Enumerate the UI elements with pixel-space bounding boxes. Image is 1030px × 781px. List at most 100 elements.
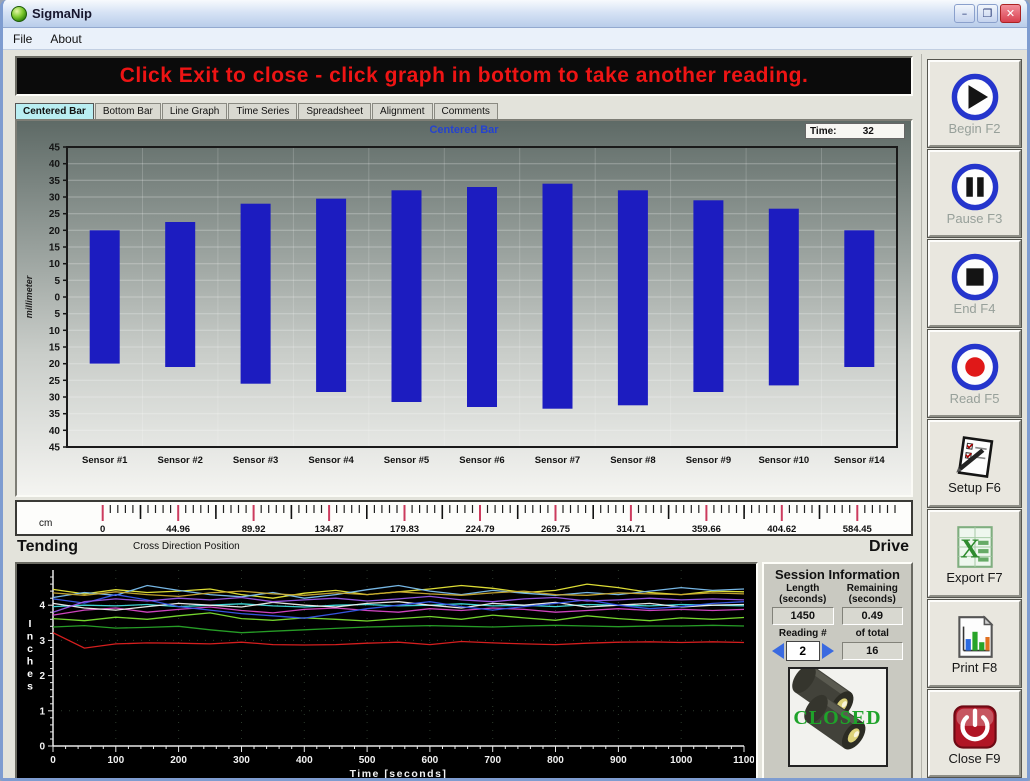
svg-text:h: h bbox=[27, 656, 33, 668]
svg-text:0: 0 bbox=[39, 742, 45, 753]
svg-text:134.87: 134.87 bbox=[315, 524, 344, 534]
close-window-button[interactable]: ✕ bbox=[1000, 4, 1021, 23]
svg-text:3: 3 bbox=[39, 636, 45, 647]
reading-stepper: 2 bbox=[768, 641, 838, 661]
svg-text:200: 200 bbox=[170, 755, 187, 766]
svg-text:900: 900 bbox=[610, 755, 627, 766]
tab-centered-bar[interactable]: Centered Bar bbox=[15, 103, 94, 119]
close-app-button[interactable]: Close F9 bbox=[928, 690, 1021, 777]
svg-text:700: 700 bbox=[484, 755, 501, 766]
pause-button[interactable]: Pause F3 bbox=[928, 150, 1021, 237]
svg-text:25: 25 bbox=[49, 209, 61, 220]
svg-text:45: 45 bbox=[49, 143, 61, 154]
svg-text:Sensor #6: Sensor #6 bbox=[459, 455, 504, 466]
svg-text:Sensor #9: Sensor #9 bbox=[686, 455, 731, 466]
tab-alignment[interactable]: Alignment bbox=[372, 103, 432, 119]
svg-text:n: n bbox=[27, 631, 33, 643]
svg-text:Sensor #7: Sensor #7 bbox=[535, 455, 580, 466]
svg-text:15: 15 bbox=[49, 243, 61, 254]
svg-text:44.96: 44.96 bbox=[166, 524, 190, 534]
svg-text:20: 20 bbox=[49, 226, 61, 237]
svg-text:X: X bbox=[960, 533, 980, 563]
tab-spreadsheet[interactable]: Spreadsheet bbox=[298, 103, 371, 119]
svg-text:Sensor #3: Sensor #3 bbox=[233, 455, 278, 466]
excel-export-icon: X bbox=[950, 522, 1000, 572]
svg-text:800: 800 bbox=[547, 755, 564, 766]
tab-time-series[interactable]: Time Series bbox=[228, 103, 297, 119]
app-window: SigmaNip – ❐ ✕ File About Click Exit to … bbox=[0, 0, 1030, 781]
menu-file[interactable]: File bbox=[13, 32, 32, 46]
svg-text:400: 400 bbox=[296, 755, 313, 766]
export-button[interactable]: X Export F7 bbox=[928, 510, 1021, 597]
svg-text:4: 4 bbox=[39, 601, 45, 612]
tab-comments[interactable]: Comments bbox=[434, 103, 498, 119]
stop-icon bbox=[949, 251, 1001, 303]
time-value: 32 bbox=[837, 126, 901, 137]
svg-text:0: 0 bbox=[100, 524, 105, 534]
svg-text:I: I bbox=[29, 618, 32, 630]
svg-text:cm: cm bbox=[39, 518, 52, 529]
print-chart-icon bbox=[950, 612, 1000, 662]
svg-text:Sensor #1: Sensor #1 bbox=[82, 455, 128, 466]
svg-text:30: 30 bbox=[49, 393, 61, 404]
reading-label: Reading # bbox=[768, 628, 838, 640]
svg-text:1000: 1000 bbox=[670, 755, 693, 766]
tab-bar: Centered Bar Bottom Bar Line Graph Time … bbox=[15, 101, 913, 119]
restore-button[interactable]: ❐ bbox=[977, 4, 998, 23]
nip-status-label: CLOSED bbox=[790, 707, 886, 730]
reading-next-arrow[interactable] bbox=[822, 643, 834, 659]
window-title: SigmaNip bbox=[32, 6, 954, 21]
setup-notepad-icon bbox=[950, 432, 1000, 482]
play-icon bbox=[949, 71, 1001, 123]
minimize-button[interactable]: – bbox=[954, 4, 975, 23]
svg-text:10: 10 bbox=[49, 326, 61, 337]
reading-number-input[interactable]: 2 bbox=[786, 641, 820, 661]
drive-label: Drive bbox=[869, 538, 909, 556]
action-sidebar: Begin F2 Pause F3 End F4 bbox=[921, 54, 1023, 781]
svg-text:584.45: 584.45 bbox=[843, 524, 873, 534]
length-value: 1450 bbox=[772, 607, 834, 625]
svg-text:40: 40 bbox=[49, 426, 61, 437]
svg-text:600: 600 bbox=[422, 755, 439, 766]
print-button[interactable]: Print F8 bbox=[928, 600, 1021, 687]
svg-text:Time [seconds]: Time [seconds] bbox=[350, 768, 448, 780]
machine-ends-row: Tending Cross Direction Position Drive bbox=[15, 537, 913, 560]
svg-text:Sensor #14: Sensor #14 bbox=[834, 455, 885, 466]
cross-direction-label: Cross Direction Position bbox=[133, 541, 240, 552]
total-value: 16 bbox=[842, 642, 904, 660]
svg-text:25: 25 bbox=[49, 376, 61, 387]
remaining-value: 0.49 bbox=[842, 607, 904, 625]
menu-about[interactable]: About bbox=[50, 32, 81, 46]
svg-text:30: 30 bbox=[49, 193, 61, 204]
svg-text:15: 15 bbox=[49, 343, 61, 354]
svg-text:35: 35 bbox=[49, 409, 61, 420]
svg-text:40: 40 bbox=[49, 159, 61, 170]
app-logo-icon bbox=[11, 6, 27, 22]
setup-button[interactable]: Setup F6 bbox=[928, 420, 1021, 507]
titlebar: SigmaNip – ❐ ✕ bbox=[3, 0, 1027, 28]
svg-text:e: e bbox=[27, 668, 33, 680]
menu-bar: File About bbox=[3, 28, 1027, 50]
svg-text:5: 5 bbox=[54, 276, 60, 287]
svg-text:Sensor #5: Sensor #5 bbox=[384, 455, 430, 466]
power-close-icon bbox=[949, 701, 1001, 753]
svg-text:500: 500 bbox=[359, 755, 376, 766]
status-banner-text: Click Exit to close - click graph in bot… bbox=[120, 64, 809, 88]
reading-prev-arrow[interactable] bbox=[772, 643, 784, 659]
nip-roller-image[interactable]: CLOSED bbox=[788, 667, 888, 767]
svg-text:millimeter: millimeter bbox=[24, 275, 34, 318]
tab-bottom-bar[interactable]: Bottom Bar bbox=[95, 103, 161, 119]
end-button[interactable]: End F4 bbox=[928, 240, 1021, 327]
tab-line-graph[interactable]: Line Graph bbox=[162, 103, 227, 119]
svg-text:1100: 1100 bbox=[733, 755, 754, 766]
read-button[interactable]: Read F5 bbox=[928, 330, 1021, 417]
svg-text:5: 5 bbox=[54, 309, 60, 320]
record-icon bbox=[949, 341, 1001, 393]
begin-button[interactable]: Begin F2 bbox=[928, 60, 1021, 147]
pause-icon bbox=[949, 161, 1001, 213]
position-ruler: cm044.9689.92134.87179.83224.79269.75314… bbox=[15, 500, 913, 536]
total-label: of total bbox=[838, 628, 908, 640]
svg-text:1: 1 bbox=[39, 706, 45, 717]
time-label: Time: bbox=[810, 126, 837, 137]
trend-graph[interactable]: 0123401002003004005006007008009001000110… bbox=[15, 562, 758, 781]
